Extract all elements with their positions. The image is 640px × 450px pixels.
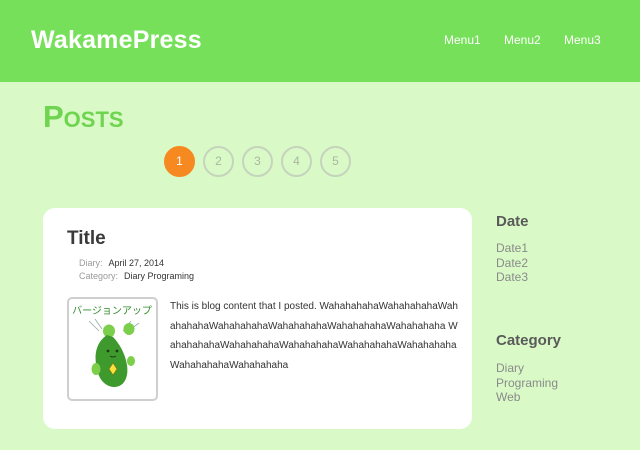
page-button-3[interactable]: 3 xyxy=(242,146,273,177)
post-category-meta: Category: Diary Programing xyxy=(79,271,194,281)
nav-menu2[interactable]: Menu2 xyxy=(504,33,541,47)
sidebar-date-link[interactable]: Date1 xyxy=(496,241,528,256)
sidebar-date-heading: Date xyxy=(496,213,529,230)
post-title[interactable]: Title xyxy=(67,228,106,250)
sidebar-date-list: Date1 Date2 Date3 xyxy=(496,241,528,285)
post-date-key: Diary: xyxy=(79,258,103,268)
wakame-mascot-image: バージョンアップ xyxy=(72,305,152,387)
site-header: WakamePress Menu1 Menu2 Menu3 xyxy=(0,0,640,82)
page-button-4[interactable]: 4 xyxy=(281,146,312,177)
page-button-5[interactable]: 5 xyxy=(320,146,351,177)
page-button-2[interactable]: 2 xyxy=(203,146,234,177)
page-title: Posts xyxy=(43,99,124,134)
post-thumbnail[interactable]: バージョンアップ xyxy=(67,297,158,401)
page-button-1[interactable]: 1 xyxy=(164,146,195,177)
main-nav: Menu1 Menu2 Menu3 xyxy=(0,33,640,49)
sidebar-category-list: Diary Programing Web xyxy=(496,361,558,405)
nav-menu3[interactable]: Menu3 xyxy=(564,33,601,47)
post-date-value: April 27, 2014 xyxy=(108,258,165,268)
sidebar-category-heading: Category xyxy=(496,332,562,349)
thumbnail-caption: バージョンアップ xyxy=(72,305,152,317)
nav-menu1[interactable]: Menu1 xyxy=(444,33,481,47)
post-content: This is blog content that I posted. Waha… xyxy=(170,301,458,371)
post-card: Title Diary: April 27, 2014 Category: Diar… xyxy=(43,208,472,429)
sidebar-date-link[interactable]: Date2 xyxy=(496,256,528,271)
sidebar-category-link[interactable]: Programing xyxy=(496,376,558,391)
post-category-value[interactable]: Diary Programing xyxy=(124,271,194,281)
sidebar-date-link[interactable]: Date3 xyxy=(496,270,528,285)
sidebar-category-link[interactable]: Web xyxy=(496,390,558,405)
post-date-meta: Diary: April 27, 2014 xyxy=(79,258,164,268)
sidebar-category-link[interactable]: Diary xyxy=(496,361,558,376)
post-category-key: Category: xyxy=(79,271,119,281)
pagination: 1 2 3 4 5 xyxy=(0,146,640,180)
